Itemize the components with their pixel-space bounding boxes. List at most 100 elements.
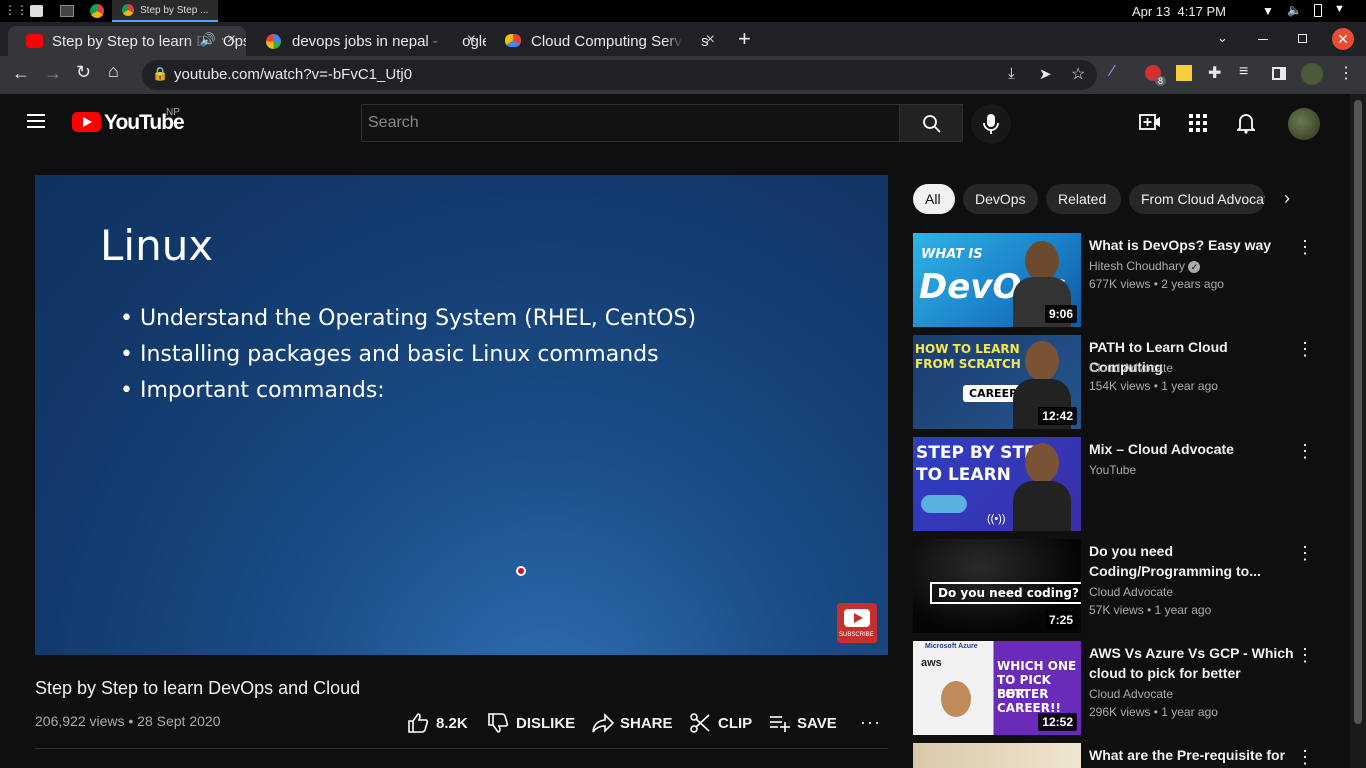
chip-from-cloud-advocate[interactable]: From Cloud Advocate <box>1129 184 1265 214</box>
video-thumbnail[interactable]: Microsoft Azure aws WHICH ONE TO PICK FO… <box>913 641 1081 735</box>
install-app-icon[interactable]: ⤓ <box>1008 65 1015 82</box>
more-options-icon[interactable]: ⋮ <box>1296 339 1314 360</box>
subscribe-watermark-label: SUBSCRIBE <box>839 632 874 638</box>
youtube-logo-icon[interactable] <box>72 112 101 132</box>
extension-yellow-icon[interactable] <box>1176 65 1192 81</box>
related-video[interactable]: STEP BY STEP TO LEARN ((•)) Mix – Cloud … <box>913 437 1333 531</box>
video-duration: 9:06 <box>1044 305 1077 323</box>
chrome-icon <box>122 4 134 16</box>
related-video[interactable]: WHAT IS DevOps 9:06 What is DevOps? Easy… <box>913 233 1333 327</box>
tab-google-search[interactable]: devops jobs in nepal - Google Search × <box>248 26 486 56</box>
more-options-icon[interactable]: ⋮ <box>1296 645 1314 666</box>
search-input[interactable]: Search <box>361 104 900 142</box>
dislike-button[interactable]: DISLIKE <box>487 712 575 734</box>
taskbar-chrome-window[interactable]: Step by Step ... <box>112 0 218 22</box>
tab-search-chevron-icon[interactable]: ⌄ <box>1217 30 1228 46</box>
system-clock[interactable]: Apr 13 4:17 PM <box>1132 4 1226 19</box>
tab-fade <box>426 26 462 56</box>
related-video[interactable]: What are the Pre-requisite for ⋮ <box>913 743 1333 768</box>
related-video[interactable]: HOW TO LEARN FROM SCRATCH CAREER 12:42 P… <box>913 335 1333 429</box>
thumbnail-text: HOW TO LEARN <box>915 342 1020 356</box>
address-bar[interactable]: 🔒 youtube.com/watch?v=-bFvC1_Utj0 ⤓ ➤ ☆ <box>142 60 1097 90</box>
thumbs-up-icon <box>408 713 429 733</box>
slide-title: Linux <box>100 221 214 270</box>
extension-badge: 8 <box>1155 76 1167 86</box>
create-video-icon[interactable] <box>1139 112 1161 132</box>
battery-icon[interactable] <box>1314 4 1322 17</box>
page-scrollbar-thumb[interactable] <box>1354 100 1362 724</box>
reload-icon[interactable]: ↻ <box>76 62 91 83</box>
minimize-icon[interactable] <box>1258 39 1268 40</box>
more-actions-icon[interactable]: ··· <box>860 712 881 733</box>
related-video[interactable]: Microsoft Azure aws WHICH ONE TO PICK FO… <box>913 641 1333 735</box>
chip-devops[interactable]: DevOps <box>963 184 1038 214</box>
new-tab-icon[interactable]: + <box>738 26 751 52</box>
bookmark-star-icon[interactable]: ☆ <box>1071 64 1085 84</box>
volume-icon[interactable]: 🔈 <box>1287 3 1302 17</box>
tab-audio-icon[interactable]: 🔊 <box>200 32 216 48</box>
video-thumbnail[interactable]: HOW TO LEARN FROM SCRATCH CAREER 12:42 <box>913 335 1081 429</box>
side-panel-icon[interactable] <box>1272 67 1286 80</box>
subscribe-watermark[interactable]: SUBSCRIBE <box>837 603 877 643</box>
chip-related[interactable]: Related <box>1046 184 1121 214</box>
browser-tab-strip: Step by Step to learn DevOps and Cloud -… <box>0 22 1366 56</box>
chrome-app-icon[interactable] <box>90 4 104 18</box>
video-thumbnail[interactable]: STEP BY STEP TO LEARN ((•)) <box>913 437 1081 531</box>
save-button[interactable]: SAVE <box>769 712 839 734</box>
send-to-device-icon[interactable]: ➤ <box>1039 65 1052 83</box>
extensions-puzzle-icon[interactable]: ✚ <box>1208 63 1221 83</box>
wifi-icon[interactable]: ▼ <box>1262 4 1274 18</box>
tab-fade <box>665 26 701 56</box>
tab-close-icon[interactable]: × <box>706 31 715 49</box>
chips-next-chevron-icon[interactable]: › <box>1284 188 1290 209</box>
like-button[interactable]: 8.2K <box>407 712 469 734</box>
more-options-icon[interactable]: ⋮ <box>1296 441 1314 462</box>
notifications-bell-icon[interactable] <box>1237 112 1255 134</box>
thumbnail-text: Microsoft Azure <box>925 643 978 650</box>
divider <box>35 748 888 749</box>
tab-close-icon[interactable]: × <box>227 31 236 49</box>
more-options-icon[interactable]: ⋮ <box>1296 543 1314 564</box>
media-control-icon[interactable]: ≡ <box>1239 63 1248 81</box>
more-options-icon[interactable]: ⋮ <box>1296 747 1314 768</box>
account-avatar[interactable] <box>1288 108 1320 140</box>
youtube-header: YouTube NP Search <box>0 94 1350 150</box>
system-menu-chevron-icon[interactable]: ▼ <box>1334 3 1345 15</box>
close-window-icon[interactable]: ✕ <box>1332 28 1354 50</box>
thumbnail-text: aws <box>921 657 942 669</box>
tab-close-icon[interactable]: × <box>467 31 476 49</box>
related-title: Mix – Cloud Advocate <box>1089 441 1234 457</box>
search-icon <box>923 115 941 133</box>
video-thumbnail[interactable]: WHAT IS DevOps 9:06 <box>913 233 1081 327</box>
restore-icon[interactable] <box>1298 34 1307 43</box>
apps-grid-icon[interactable] <box>1189 114 1207 132</box>
lock-icon[interactable]: 🔒 <box>152 66 168 82</box>
voice-search-button[interactable] <box>971 104 1011 144</box>
home-icon[interactable]: ⌂ <box>108 61 119 82</box>
chrome-menu-icon[interactable]: ⋮ <box>1338 63 1354 83</box>
thumbnail-person <box>941 681 971 717</box>
share-button[interactable]: SHARE <box>591 712 673 734</box>
terminal-icon[interactable] <box>60 5 74 17</box>
chip-all[interactable]: All <box>913 184 955 214</box>
video-player[interactable]: Linux • Understand the Operating System … <box>35 175 888 655</box>
related-video[interactable]: Do you need coding? 7:25 Do you need Cod… <box>913 539 1333 633</box>
hamburger-menu-icon[interactable] <box>27 114 45 116</box>
os-top-bar: ⋮⋮ Step by Step ... Apr 13 4:17 PM ▼ 🔈 ▼ <box>0 0 1366 22</box>
clip-button[interactable]: CLIP <box>689 712 752 734</box>
playlist-add-icon <box>770 716 790 732</box>
pen-extension-icon[interactable]: ∕ <box>1111 63 1114 81</box>
tab-youtube[interactable]: Step by Step to learn DevOps and Cloud -… <box>8 26 246 56</box>
video-thumbnail[interactable] <box>913 743 1081 768</box>
search-button[interactable] <box>899 104 963 142</box>
back-icon[interactable]: ← <box>12 63 30 84</box>
app-grid-icon[interactable]: ⋮⋮ <box>4 3 28 19</box>
tab-cloud-computing[interactable]: Cloud Computing Services × <box>487 26 725 56</box>
related-meta: 57K views • 1 year ago <box>1089 603 1212 617</box>
profile-avatar[interactable] <box>1301 63 1323 85</box>
play-icon <box>854 613 863 623</box>
more-options-icon[interactable]: ⋮ <box>1296 237 1314 258</box>
forward-icon[interactable]: → <box>44 63 62 84</box>
video-thumbnail[interactable]: Do you need coding? 7:25 <box>913 539 1081 633</box>
files-icon[interactable] <box>30 5 43 17</box>
